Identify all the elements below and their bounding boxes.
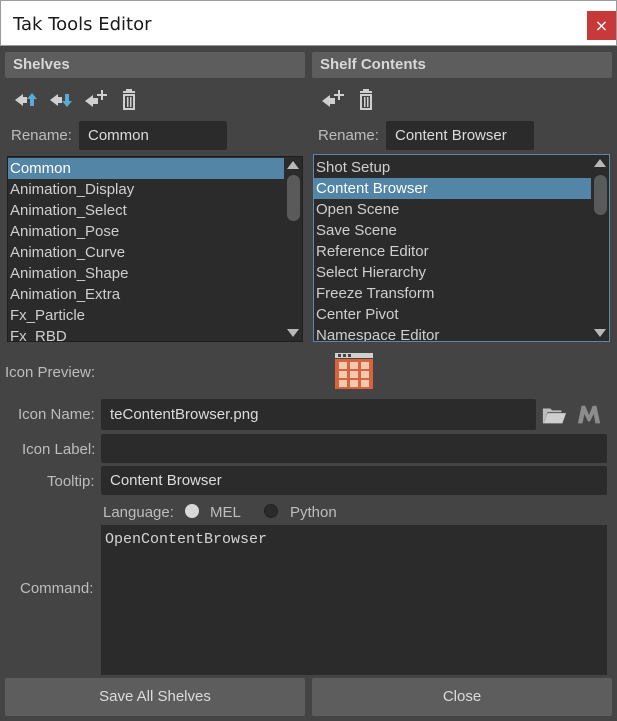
delete-item-icon[interactable]	[353, 87, 379, 113]
add-item-icon[interactable]	[320, 87, 346, 113]
shelves-scrollbar[interactable]	[284, 157, 302, 341]
mel-radio-label[interactable]: MEL	[210, 504, 241, 521]
shelf-contents-list[interactable]: Shot Setup Content Browser Open Scene Save …	[313, 154, 610, 342]
icon-name-label: Icon Name:	[18, 406, 95, 423]
python-radio[interactable]	[264, 504, 278, 518]
list-item[interactable]: Open Scene	[314, 199, 591, 220]
tooltip-input[interactable]	[101, 466, 607, 495]
list-item[interactable]: Animation_Select	[8, 200, 284, 221]
language-label: Language:	[103, 504, 174, 521]
icon-label-input[interactable]	[101, 434, 607, 463]
move-up-icon[interactable]	[13, 87, 39, 113]
list-item[interactable]: Fx_RBD	[8, 326, 284, 341]
list-item[interactable]: Animation_Curve	[8, 242, 284, 263]
save-all-shelves-button[interactable]: Save All Shelves	[5, 678, 305, 716]
shelf-rename-input[interactable]	[79, 121, 227, 150]
scroll-down-arrow[interactable]	[594, 329, 606, 337]
command-textarea[interactable]: OpenContentBrowser	[101, 525, 607, 675]
icon-name-input[interactable]	[101, 399, 536, 430]
list-item[interactable]: Namespace Editor	[314, 325, 591, 341]
mel-radio[interactable]	[185, 504, 199, 518]
list-item[interactable]: Animation_Display	[8, 179, 284, 200]
list-item[interactable]: Freeze Transform	[314, 283, 591, 304]
list-item[interactable]: Reference Editor	[314, 241, 591, 262]
contents-rename-label: Rename:	[318, 127, 379, 144]
add-shelf-icon[interactable]	[83, 87, 109, 113]
scroll-up-arrow[interactable]	[287, 161, 299, 169]
scroll-down-arrow[interactable]	[287, 329, 299, 337]
list-item[interactable]: Common	[8, 158, 284, 179]
list-item[interactable]: Select Hierarchy	[314, 262, 591, 283]
list-item[interactable]: Shot Setup	[314, 157, 591, 178]
list-item[interactable]: Save Scene	[314, 220, 591, 241]
title-bar: Tak Tools Editor ×	[0, 0, 617, 46]
list-item[interactable]: Content Browser	[314, 178, 591, 199]
close-button[interactable]: Close	[312, 678, 612, 716]
python-radio-label[interactable]: Python	[290, 504, 337, 521]
contents-scrollbar[interactable]	[591, 155, 609, 341]
move-down-icon[interactable]	[48, 87, 74, 113]
content-browser-preview-icon	[333, 351, 375, 391]
shelves-list[interactable]: Common Animation_Display Animation_Select A…	[7, 156, 303, 342]
list-item[interactable]: Animation_Extra	[8, 284, 284, 305]
delete-shelf-icon[interactable]	[116, 87, 142, 113]
window-title: Tak Tools Editor	[13, 14, 152, 35]
icon-label-label: Icon Label:	[22, 441, 96, 458]
item-rename-input[interactable]	[386, 121, 534, 150]
shelf-contents-header: Shelf Contents	[312, 52, 612, 78]
tooltip-label: Tooltip:	[47, 473, 95, 490]
list-item[interactable]: Animation_Pose	[8, 221, 284, 242]
folder-icon[interactable]	[541, 402, 569, 428]
scroll-thumb[interactable]	[287, 175, 300, 221]
icon-preview-label: Icon Preview:	[5, 364, 96, 381]
list-item[interactable]: Fx_Particle	[8, 305, 284, 326]
shelves-rename-label: Rename:	[11, 127, 72, 144]
close-window-button[interactable]: ×	[587, 11, 616, 40]
list-item[interactable]: Animation_Shape	[8, 263, 284, 284]
maya-icon[interactable]	[576, 402, 604, 428]
command-label: Command:	[20, 580, 94, 597]
shelves-header: Shelves	[5, 52, 305, 78]
scroll-thumb[interactable]	[594, 175, 607, 215]
scroll-up-arrow[interactable]	[594, 159, 606, 167]
list-item[interactable]: Center Pivot	[314, 304, 591, 325]
